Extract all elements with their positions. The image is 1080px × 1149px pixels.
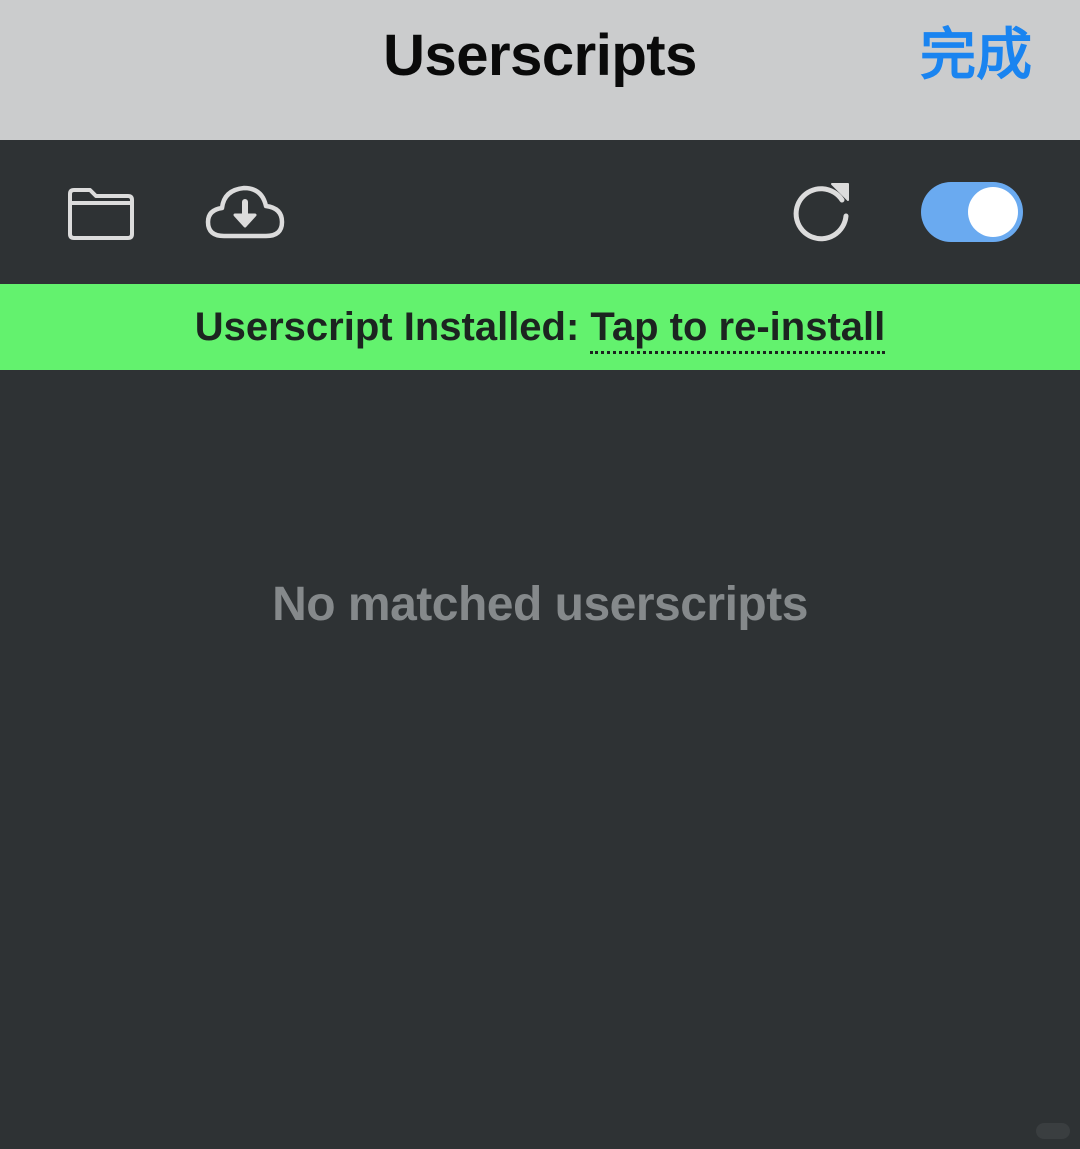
- banner-status-text: Userscript Installed:: [194, 305, 591, 349]
- toggle-knob: [968, 187, 1018, 237]
- folder-icon[interactable]: [66, 184, 136, 242]
- watermark-badge: [1036, 1123, 1070, 1139]
- navigation-bar: Userscripts 完成: [0, 0, 1080, 140]
- refresh-icon[interactable]: [788, 180, 854, 246]
- page-title: Userscripts: [383, 23, 697, 88]
- status-banner[interactable]: Userscript Installed: Tap to re-install: [0, 284, 1080, 370]
- done-button[interactable]: 完成: [920, 0, 1032, 112]
- reinstall-link[interactable]: Tap to re-install: [590, 305, 886, 354]
- cloud-download-icon[interactable]: [204, 182, 286, 242]
- scripts-enabled-toggle[interactable]: [921, 182, 1023, 242]
- empty-state-message: No matched userscripts: [272, 578, 808, 631]
- toolbar: [0, 140, 1080, 284]
